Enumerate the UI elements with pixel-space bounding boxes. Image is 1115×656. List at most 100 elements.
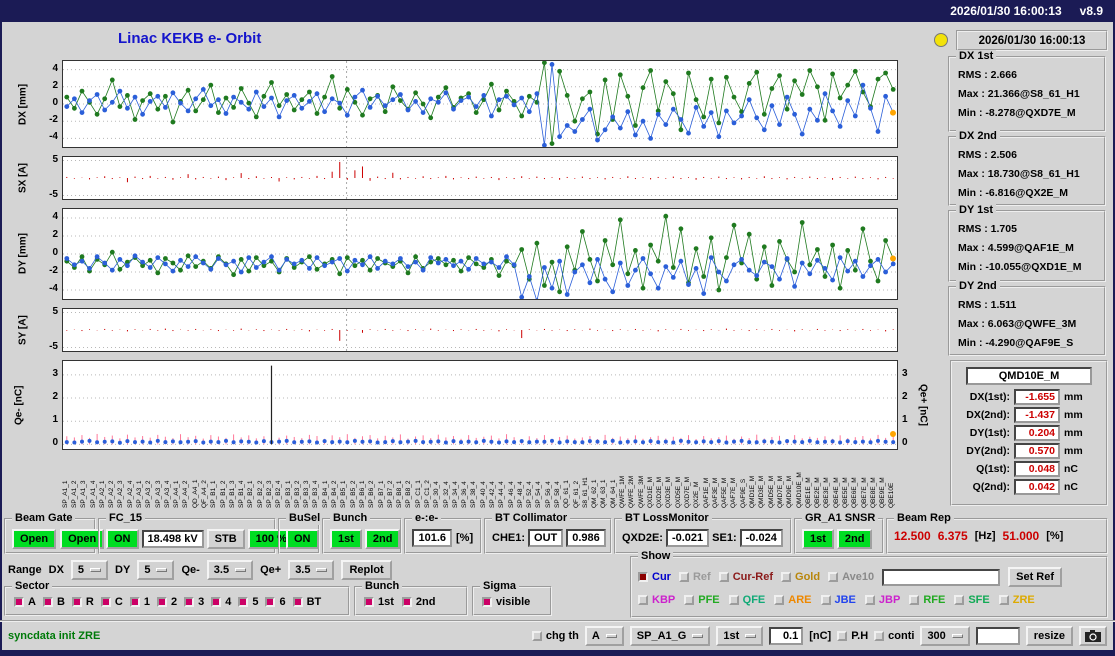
- sector-toggle-3[interactable]: 3: [184, 596, 204, 608]
- checkbox-indicator: [774, 595, 784, 605]
- ph-checkbox[interactable]: P.H: [837, 630, 868, 642]
- show-toggle-gold[interactable]: Gold: [781, 571, 820, 583]
- stat-rms: RMS : 1.511: [958, 296, 1100, 315]
- range-qe-plus-combo[interactable]: 3.5: [288, 560, 334, 580]
- show-toggle-pfe[interactable]: PFE: [684, 594, 719, 606]
- x-axis-label: QAF7E_M: [731, 452, 738, 508]
- x-axis-label: SP_B3_4: [313, 452, 320, 508]
- stat-max: Max : 6.063@QWFE_3M: [958, 315, 1100, 334]
- range-dy-combo[interactable]: 5: [137, 560, 174, 580]
- checkbox-indicator: [130, 597, 140, 607]
- show-toggle-cur[interactable]: Cur: [638, 571, 671, 583]
- checkbox-indicator: [14, 597, 24, 607]
- checkbox-indicator: [265, 597, 275, 607]
- count-combo[interactable]: 300: [920, 626, 969, 646]
- show-toggle-ave10[interactable]: Ave10: [828, 571, 874, 583]
- replot-button[interactable]: Replot: [341, 560, 391, 580]
- sigma-toggle-visible[interactable]: visible: [482, 596, 530, 608]
- stat-box-title: DY 1st: [956, 204, 996, 217]
- show-toggle-zre[interactable]: ZRE: [999, 594, 1035, 606]
- show-toggle-jbe[interactable]: JBE: [821, 594, 856, 606]
- x-axis-label: QAF5E_M: [722, 452, 729, 508]
- show-toggle-cur-ref[interactable]: Cur-Ref: [719, 571, 773, 583]
- x-axis-label: SP_A3_2: [146, 452, 153, 508]
- stat-box-title: DX 1st: [956, 50, 996, 63]
- range-dx-combo[interactable]: 5: [71, 560, 108, 580]
- bunch-toggle-1st[interactable]: 1st: [364, 596, 394, 608]
- x-axis-label: QWFE_1M: [620, 452, 627, 508]
- checkbox-label: JBP: [879, 594, 900, 606]
- show-toggle-jbp[interactable]: JBP: [865, 594, 900, 606]
- ee-ratio-unit: [%]: [456, 532, 473, 544]
- x-axis-label: QMD5E_M: [769, 452, 776, 508]
- ref-name-input[interactable]: [882, 569, 1000, 586]
- show-toggle-sfe[interactable]: SFE: [954, 594, 989, 606]
- dx-plot-area: [62, 60, 898, 148]
- bunch-1st-button[interactable]: 1st: [330, 529, 362, 549]
- spare-input[interactable]: [976, 627, 1020, 645]
- sector-toggle-c[interactable]: C: [101, 596, 123, 608]
- sector-toggle-b[interactable]: B: [43, 596, 65, 608]
- checkbox-label: visible: [496, 596, 530, 608]
- x-axis-labels: SP_A1_1SP_A1_2SP_A1_3SP_A1_4SP_A2_1SP_A2…: [62, 452, 898, 508]
- sector-toggle-5[interactable]: 5: [238, 596, 258, 608]
- dy-axis-label: DY [mm]: [16, 208, 30, 300]
- status-bar-controls: chg th A SP_A1_G 1st [nC] P.H co: [532, 626, 1107, 646]
- threshold-input[interactable]: [769, 627, 803, 645]
- sector-toggle-2[interactable]: 2: [157, 596, 177, 608]
- show-toggle-are[interactable]: ARE: [774, 594, 811, 606]
- gr-a1-2nd-button[interactable]: 2nd: [837, 529, 873, 549]
- stat-min: Min : -6.816@QX2E_M: [958, 184, 1100, 203]
- gr-a1-1st-button[interactable]: 1st: [802, 529, 834, 549]
- checkbox-indicator: [954, 595, 964, 605]
- show-toggle-ref[interactable]: Ref: [679, 571, 711, 583]
- se1-value-field: -0.024: [740, 529, 783, 547]
- stat-box-dy-1st: DY 1st RMS : 1.705 Max : 4.599@QAF1E_M M…: [948, 210, 1106, 282]
- fc15-stb-button[interactable]: STB: [207, 529, 245, 549]
- monitor-row: Q(1st):0.048nC: [956, 461, 1102, 477]
- sector-toggle-1[interactable]: 1: [130, 596, 150, 608]
- chg-th-checkbox[interactable]: chg th: [532, 630, 579, 642]
- show-toggle-qfe[interactable]: QFE: [729, 594, 766, 606]
- bunch-combo[interactable]: 1st: [716, 626, 763, 646]
- busel-on-button[interactable]: ON: [286, 529, 319, 549]
- bunch-2nd-button[interactable]: 2nd: [365, 529, 401, 549]
- sector-toggle-bt[interactable]: BT: [293, 596, 322, 608]
- x-axis-label: SP_B2_3: [267, 452, 274, 508]
- x-axis-label: QAF1E_M: [704, 452, 711, 508]
- conti-checkbox[interactable]: conti: [874, 630, 914, 642]
- monitor-rows: DX(1st):-1.655mmDX(2nd):-1.437mmDY(1st):…: [956, 389, 1102, 495]
- checkbox-indicator: [828, 572, 838, 582]
- fc15-on-button[interactable]: ON: [106, 529, 139, 549]
- qxd2e-label: QXD2E:: [622, 532, 663, 544]
- beam-gate-open-button-1[interactable]: Open: [12, 529, 56, 549]
- show-toggle-rfe[interactable]: RFE: [909, 594, 945, 606]
- source-combo[interactable]: SP_A1_G: [630, 626, 711, 646]
- mode-combo[interactable]: A: [585, 626, 624, 646]
- resize-button[interactable]: resize: [1026, 626, 1073, 646]
- q-chart-canvas: [63, 361, 897, 449]
- range-qe-minus-combo[interactable]: 3.5: [207, 560, 253, 580]
- beam-rep-value-3: 51.000: [1003, 529, 1040, 543]
- y-tick-label: 0: [32, 437, 58, 448]
- monitor-unit-label: mm: [1064, 427, 1084, 439]
- stat-rms: RMS : 2.506: [958, 146, 1100, 165]
- sector-toggle-a[interactable]: A: [14, 596, 36, 608]
- show-toggle-kbp[interactable]: KBP: [638, 594, 675, 606]
- sector-toggle-r[interactable]: R: [72, 596, 94, 608]
- sector-toggle-4[interactable]: 4: [211, 596, 231, 608]
- x-axis-label: SP_B2_1: [248, 452, 255, 508]
- y-tick-label: 0: [902, 437, 918, 448]
- monitor-unit-label: mm: [1064, 445, 1084, 457]
- x-axis-label: SP_58_4: [555, 452, 562, 508]
- sector-toggle-6[interactable]: 6: [265, 596, 285, 608]
- y-tick-label: 2: [32, 391, 58, 402]
- x-axis-label: SP_A3_4: [165, 452, 172, 508]
- y-tick-label: 5: [32, 154, 58, 165]
- camera-button[interactable]: [1079, 626, 1107, 646]
- x-axis-label: SP_52_4: [527, 452, 534, 508]
- group-title: BT LossMonitor: [622, 512, 712, 525]
- set-ref-button[interactable]: Set Ref: [1008, 567, 1062, 587]
- bunch-toggle-2nd[interactable]: 2nd: [402, 596, 436, 608]
- checkbox-label: 1: [144, 596, 150, 608]
